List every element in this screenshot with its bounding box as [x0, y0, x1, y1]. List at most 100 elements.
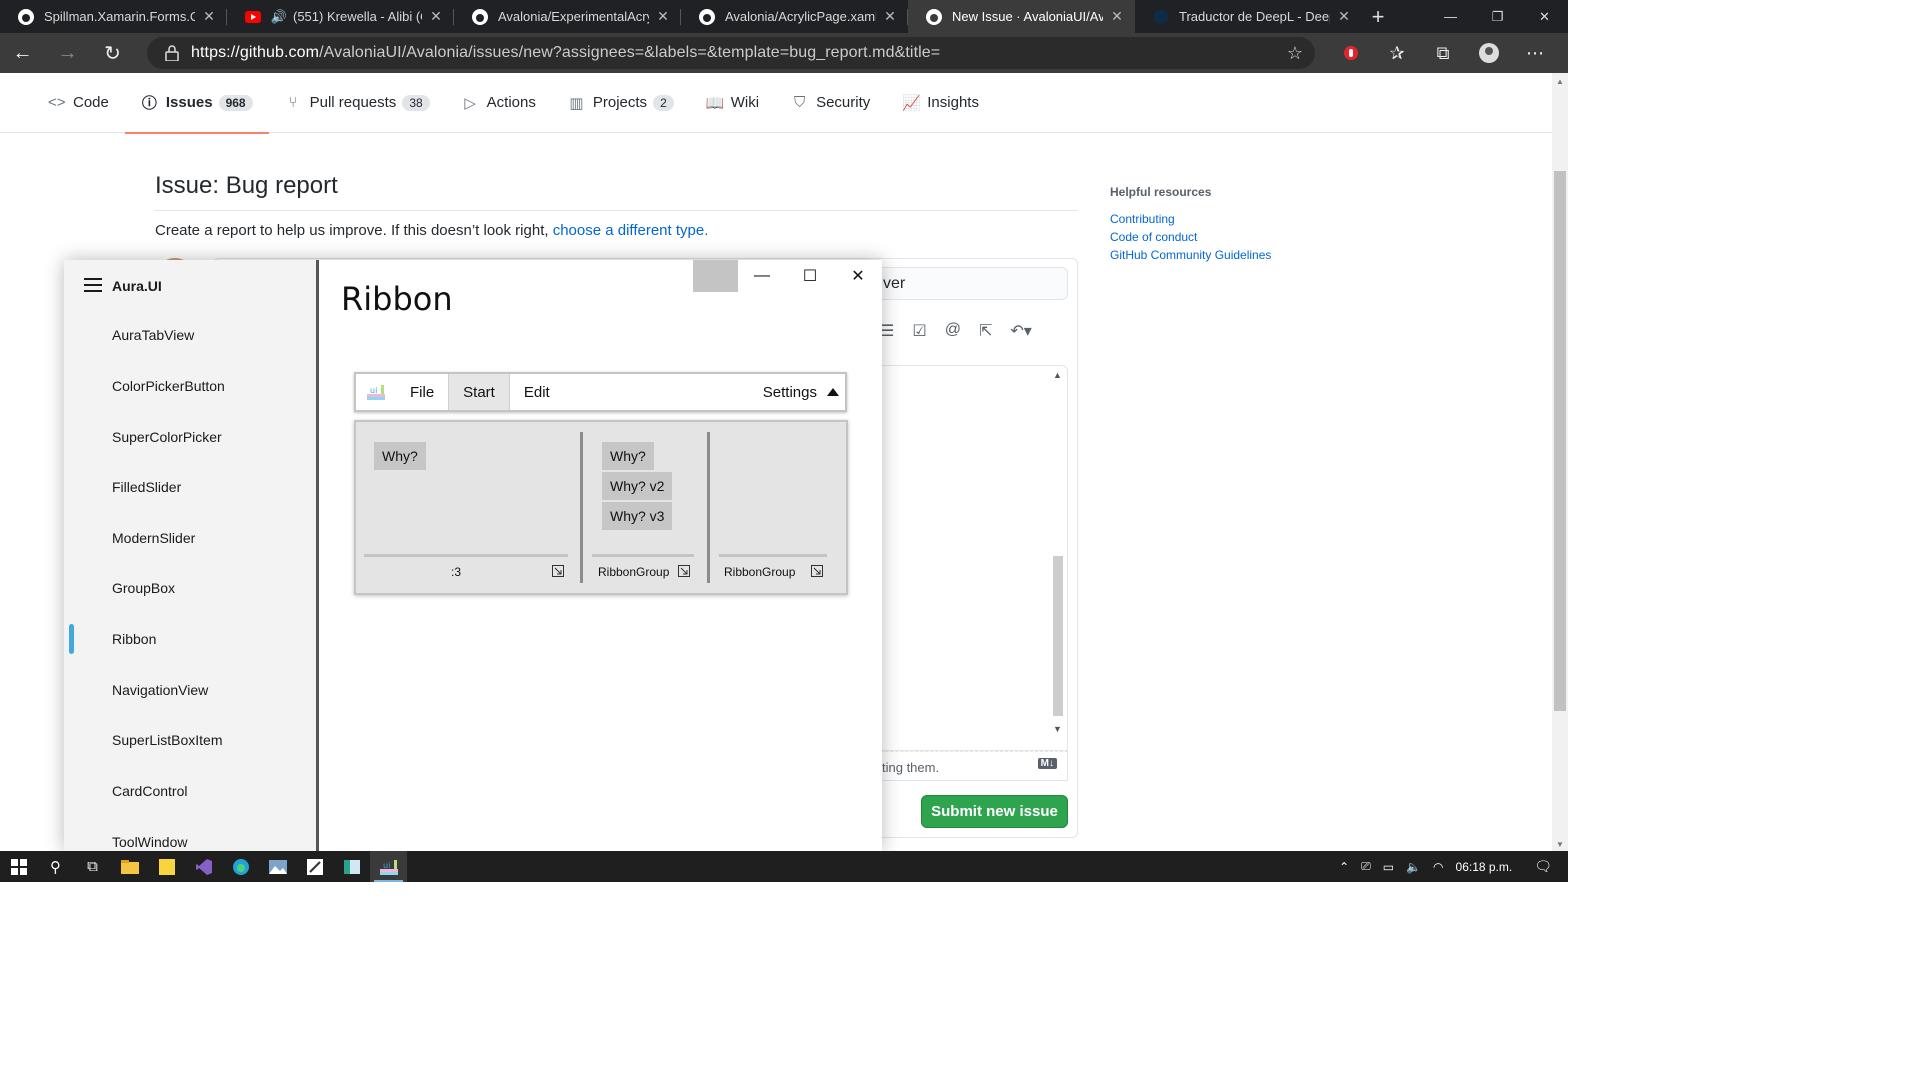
- page-scrollbar[interactable]: ▲ ▼: [1552, 73, 1568, 851]
- why-button[interactable]: Why?: [374, 442, 426, 470]
- contributing-link[interactable]: Contributing: [1110, 210, 1271, 228]
- app-window-icon[interactable]: [333, 851, 370, 882]
- notepad-icon[interactable]: [296, 851, 333, 882]
- svg-text:ui: ui: [383, 861, 390, 870]
- tab-pull-requests[interactable]: ⑂ Pull requests 38: [269, 73, 446, 133]
- close-icon[interactable]: ✕: [834, 260, 882, 292]
- refresh-icon[interactable]: ↻: [90, 33, 135, 73]
- nav-item-ribbon[interactable]: Ribbon: [112, 631, 156, 647]
- community-guidelines-link[interactable]: GitHub Community Guidelines: [1110, 246, 1271, 264]
- chevron-up-icon[interactable]: ⌃: [1333, 860, 1355, 874]
- nav-item-colorpickerbutton[interactable]: ColorPickerButton: [112, 378, 225, 394]
- ribbon-settings[interactable]: Settings: [749, 374, 827, 410]
- nav-item-filledslider[interactable]: FilledSlider: [112, 479, 181, 495]
- favorite-star-icon[interactable]: ☆: [1287, 43, 1303, 64]
- collapse-ribbon-icon[interactable]: [827, 388, 839, 396]
- textarea-scrollbar[interactable]: ▲ ▼: [1051, 366, 1065, 750]
- scrollbar-thumb[interactable]: [1554, 171, 1566, 711]
- group-launcher-icon[interactable]: [811, 565, 823, 577]
- scroll-down-icon[interactable]: ▼: [1053, 724, 1062, 734]
- nav-item-navigationview[interactable]: NavigationView: [112, 682, 208, 698]
- tab-actions[interactable]: ▷ Actions: [446, 73, 552, 133]
- browser-tab[interactable]: Avalonia/AcrylicPage.xaml at ✕: [681, 0, 908, 33]
- reference-icon[interactable]: ⇱: [979, 321, 992, 341]
- task-view-icon[interactable]: ⧉: [74, 851, 111, 882]
- code-of-conduct-link[interactable]: Code of conduct: [1110, 228, 1271, 246]
- minimize-icon[interactable]: —: [1427, 0, 1474, 33]
- new-tab-button[interactable]: +: [1362, 0, 1394, 33]
- url-text: https://github.com/AvaloniaUI/Avalonia/i…: [191, 44, 941, 61]
- browser-tab[interactable]: 🔊 (551) Krewella - Alibi (O ✕: [227, 0, 454, 33]
- profile-avatar-icon[interactable]: [1466, 42, 1512, 64]
- ribbon-tab-edit[interactable]: Edit: [510, 374, 564, 410]
- close-tab-icon[interactable]: ✕: [1109, 8, 1125, 25]
- nav-item-supercolorpicker[interactable]: SuperColorPicker: [112, 429, 222, 445]
- tab-security[interactable]: ⛉ Security: [775, 73, 886, 133]
- sticky-notes-icon[interactable]: [148, 851, 185, 882]
- minimize-icon[interactable]: —: [738, 260, 786, 292]
- collections-icon[interactable]: ⧉: [1420, 43, 1466, 64]
- task-list-icon[interactable]: ☑: [912, 321, 926, 341]
- back-icon[interactable]: ←: [0, 33, 45, 73]
- scroll-up-icon[interactable]: ▲: [1556, 77, 1564, 86]
- maximize-icon[interactable]: ☐: [786, 260, 834, 292]
- browser-tab[interactable]: Traductor de DeepL - DeepL ✕: [1135, 0, 1362, 33]
- file-explorer-icon[interactable]: [111, 851, 148, 882]
- windows-start-icon[interactable]: [0, 851, 37, 882]
- tab-insights[interactable]: 📈 Insights: [886, 73, 995, 133]
- close-tab-icon[interactable]: ✕: [1336, 8, 1352, 25]
- tab-projects[interactable]: ▥ Projects 2: [552, 73, 690, 133]
- browser-tab[interactable]: Avalonia/ExperimentalAcrylic ✕: [454, 0, 681, 33]
- ordered-list-icon[interactable]: ☰: [880, 321, 894, 341]
- ribbon-tab-start[interactable]: Start: [448, 374, 510, 410]
- mention-icon[interactable]: @: [945, 321, 961, 341]
- nav-item-groupbox[interactable]: GroupBox: [112, 580, 175, 596]
- clock[interactable]: 06:18 p.m.: [1450, 860, 1519, 874]
- group-launcher-icon[interactable]: [678, 565, 690, 577]
- choose-type-link[interactable]: choose a different type.: [553, 222, 709, 239]
- edge-browser-icon[interactable]: [222, 851, 259, 882]
- nav-item-auratabview[interactable]: AuraTabView: [112, 327, 194, 343]
- photos-icon[interactable]: [259, 851, 296, 882]
- aura-ui-taskbar-icon[interactable]: ui: [370, 851, 407, 882]
- why-v3-button[interactable]: Why? v3: [602, 502, 673, 530]
- submit-issue-button[interactable]: Submit new issue: [921, 795, 1068, 828]
- group-launcher-icon[interactable]: [552, 565, 564, 577]
- address-bar[interactable]: https://github.com/AvaloniaUI/Avalonia/i…: [147, 37, 1315, 69]
- extension-icon[interactable]: [1328, 45, 1374, 61]
- battery-icon[interactable]: ▭: [1377, 860, 1400, 874]
- browser-tab-active[interactable]: New Issue · AvaloniaUI/Avalo ✕: [908, 0, 1135, 33]
- why-v2-button[interactable]: Why? v2: [602, 472, 673, 500]
- tab-code[interactable]: <> Code: [32, 73, 125, 133]
- tab-wiki[interactable]: 📖 Wiki: [690, 73, 775, 133]
- scroll-down-icon[interactable]: ▼: [1556, 840, 1564, 849]
- ribbon-group-label: :3: [451, 565, 462, 579]
- nav-item-modernslider[interactable]: ModernSlider: [112, 530, 195, 546]
- speaker-icon[interactable]: 🔊: [271, 9, 287, 25]
- close-icon[interactable]: ✕: [1521, 0, 1568, 33]
- close-tab-icon[interactable]: ✕: [882, 8, 898, 25]
- reply-icon[interactable]: ↶▾: [1010, 321, 1031, 341]
- favorites-icon[interactable]: ✰: [1374, 43, 1420, 64]
- close-tab-icon[interactable]: ✕: [428, 8, 444, 25]
- nav-item-superlistboxitem[interactable]: SuperListBoxItem: [112, 732, 223, 748]
- wifi-icon[interactable]: ◠: [1427, 860, 1449, 874]
- meet-now-icon[interactable]: ⎚: [1355, 859, 1377, 874]
- notifications-icon[interactable]: 🗨: [1518, 858, 1568, 875]
- nav-item-cardcontrol[interactable]: CardControl: [112, 783, 187, 799]
- hamburger-menu-icon[interactable]: [84, 278, 102, 294]
- ribbon-tab-file[interactable]: File: [396, 374, 448, 410]
- close-tab-icon[interactable]: ✕: [655, 8, 671, 25]
- why-button[interactable]: Why?: [602, 442, 654, 470]
- more-icon[interactable]: ⋯: [1512, 43, 1558, 64]
- restore-icon[interactable]: ❐: [1474, 0, 1521, 33]
- nav-item-toolwindow[interactable]: ToolWindow: [112, 834, 187, 850]
- scroll-up-icon[interactable]: ▲: [1053, 370, 1062, 380]
- search-icon[interactable]: ⚲: [37, 851, 74, 882]
- close-tab-icon[interactable]: ✕: [201, 8, 217, 25]
- browser-tab[interactable]: Spillman.Xamarin.Forms.Colo ✕: [0, 0, 227, 33]
- tab-issues[interactable]: ⓘ Issues 968: [124, 73, 269, 134]
- volume-icon[interactable]: 🔈: [1400, 860, 1427, 874]
- forward-icon[interactable]: →: [45, 33, 90, 73]
- visual-studio-icon[interactable]: [185, 851, 222, 882]
